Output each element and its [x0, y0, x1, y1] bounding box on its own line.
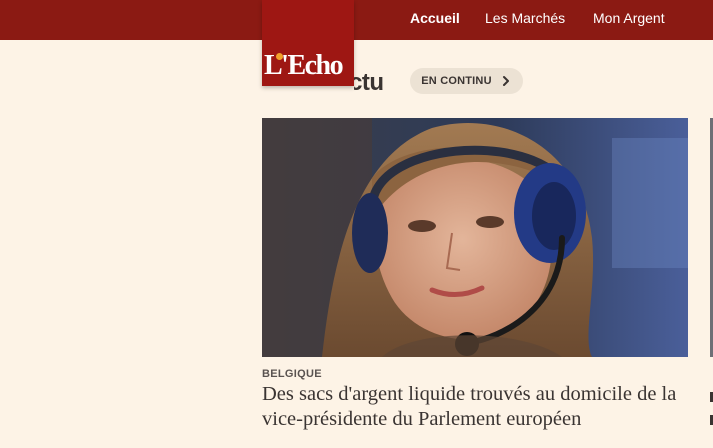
site-logo[interactable]: L'Echo: [262, 0, 354, 86]
live-feed-button[interactable]: EN CONTINU: [410, 68, 523, 94]
nav-item-accueil[interactable]: Accueil: [410, 0, 460, 35]
article-category[interactable]: BELGIQUE: [262, 368, 322, 380]
nav-item-les-marches[interactable]: Les Marchés: [485, 0, 565, 35]
nav-link-les-marches[interactable]: Les Marchés: [485, 10, 565, 26]
nav-link-accueil[interactable]: Accueil: [410, 10, 460, 26]
nav-item-mon-argent[interactable]: Mon Argent: [593, 0, 665, 35]
portrait-photo: [262, 118, 688, 357]
nav-link-mon-argent[interactable]: Mon Argent: [593, 10, 665, 26]
article-headline[interactable]: Des sacs d'argent liquide trouvés au dom…: [262, 382, 702, 432]
article-hero-image[interactable]: [262, 118, 688, 357]
live-feed-label: EN CONTINU: [421, 75, 492, 87]
chevron-right-icon: [502, 76, 509, 86]
logo-dot-icon: [276, 53, 283, 60]
